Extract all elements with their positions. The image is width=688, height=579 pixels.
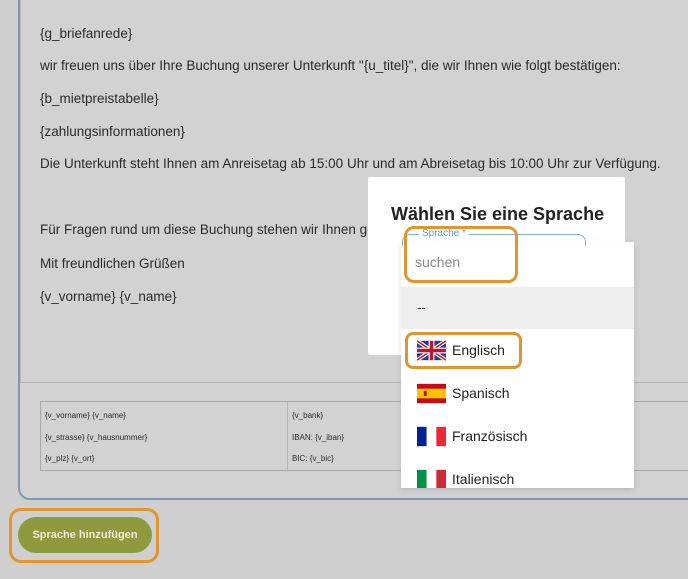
italy-flag-icon — [417, 469, 446, 488]
footer-cell: BIC: {v_bic} — [292, 454, 334, 463]
template-line: Die Unterkunft steht Ihnen am Anreisetag… — [40, 156, 661, 171]
dropdown-option-empty[interactable]: -- — [401, 287, 634, 329]
template-line: Mit freundlichen Grüßen — [40, 256, 185, 271]
footer-column-divider — [287, 402, 288, 472]
footer-cell: {v_vorname} {v_name} — [45, 411, 126, 420]
highlight-english-option — [405, 332, 522, 369]
footer-cell: {v_bank} — [292, 411, 324, 420]
spain-flag-icon — [417, 383, 446, 404]
template-line: {g_briefanrede} — [40, 26, 133, 41]
option-label: Spanisch — [452, 385, 510, 401]
modal-title: Wählen Sie eine Sprache — [391, 204, 605, 224]
option-label: -- — [417, 300, 426, 315]
footer-cell: {v_plz} {v_ort} — [45, 454, 95, 463]
footer-cell: {v_strasse} {v_hausnummer} — [45, 433, 148, 442]
highlight-add-language — [9, 508, 159, 563]
template-line: {zahlungsinformationen} — [40, 124, 185, 139]
option-label: Französisch — [452, 428, 528, 444]
dropdown-option-spanish[interactable]: Spanisch — [401, 372, 634, 415]
template-line: {b_mietpreistabelle} — [40, 91, 159, 106]
option-label: Italienisch — [452, 471, 515, 487]
dropdown-option-french[interactable]: Französisch — [401, 415, 634, 458]
dropdown-option-italian[interactable]: Italienisch — [401, 458, 634, 488]
france-flag-icon — [417, 426, 446, 447]
highlight-search-field — [404, 226, 518, 283]
template-line: Für Fragen rund um diese Buchung stehen … — [40, 222, 375, 237]
template-line: {v_vorname} {v_name} — [40, 289, 177, 304]
template-line: wir freuen uns über Ihre Buchung unserer… — [40, 58, 621, 73]
footer-cell: IBAN: {v_iban} — [292, 433, 345, 442]
